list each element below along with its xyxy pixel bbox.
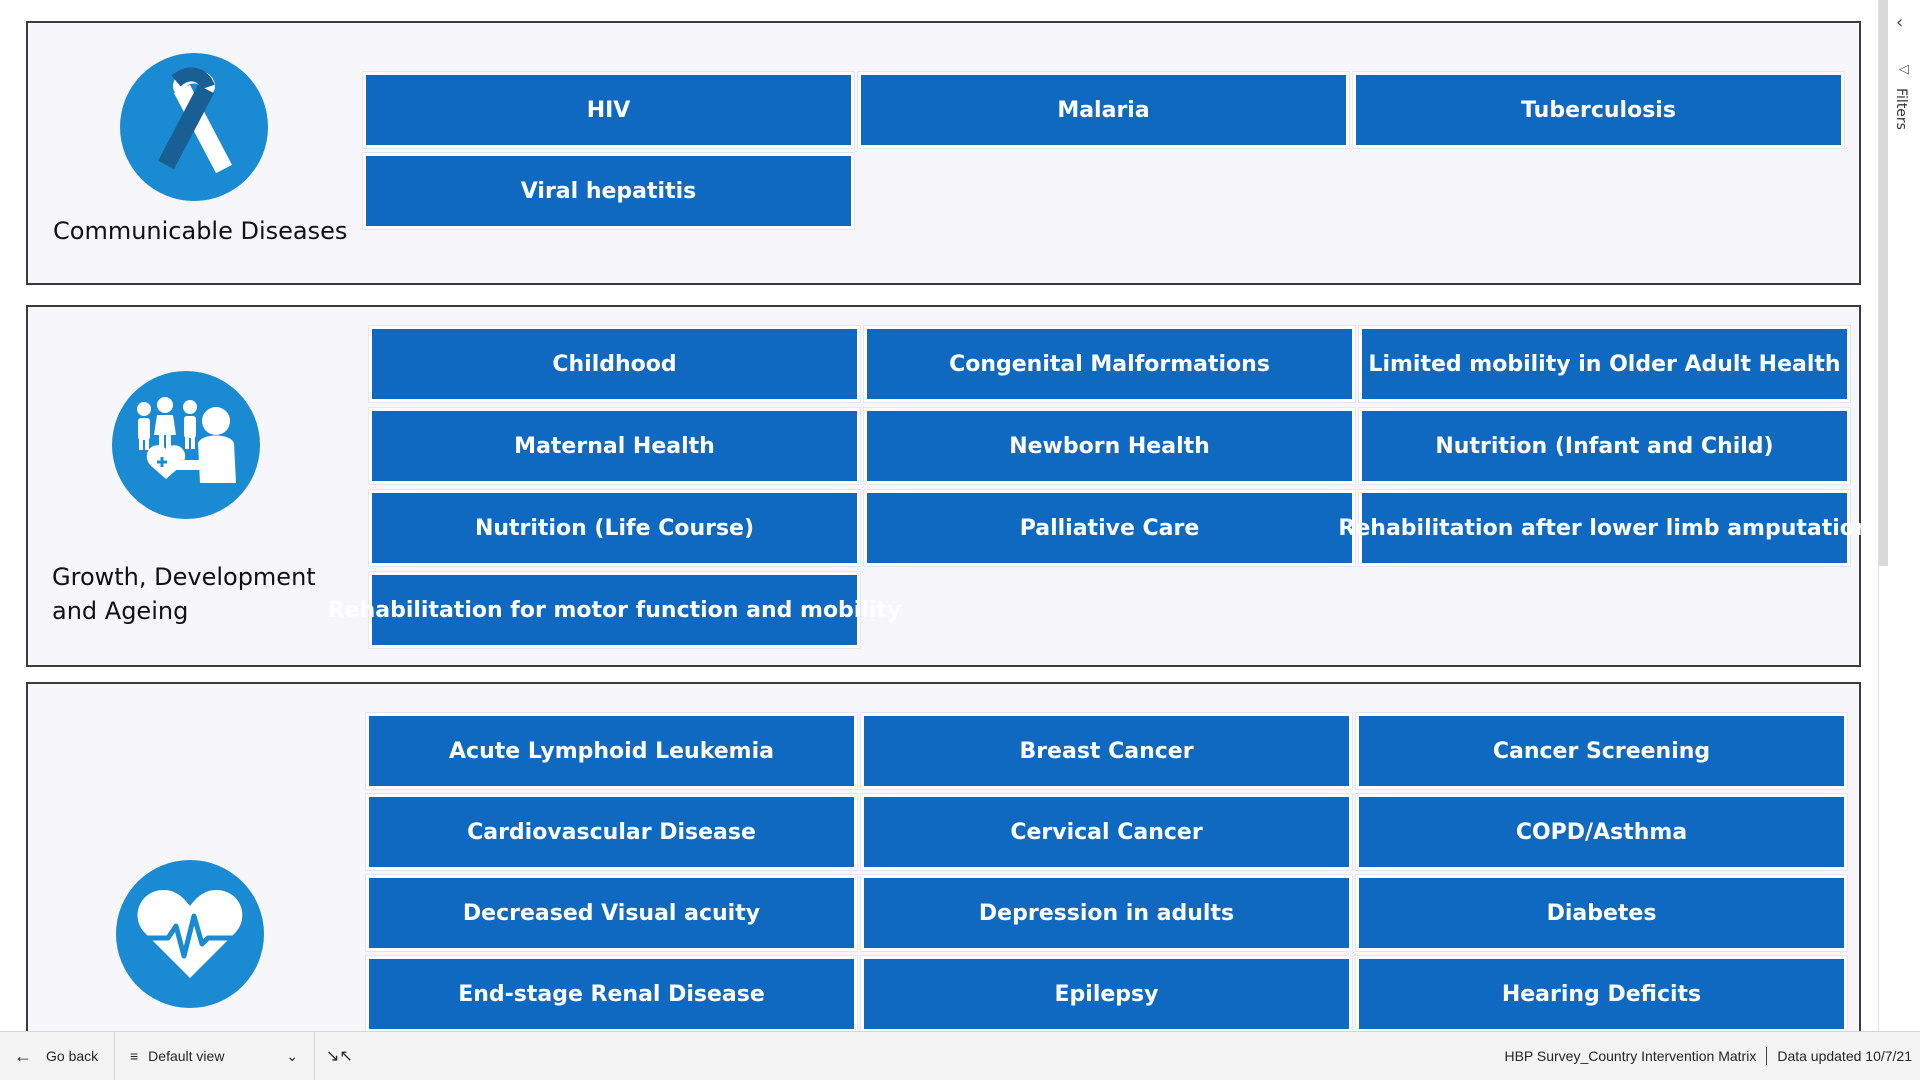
tile-grid: Childhood Congenital Malformations Limit… — [328, 326, 1871, 648]
tile-palliative-care[interactable]: Palliative Care — [864, 490, 1355, 566]
tile-hiv[interactable]: HIV — [363, 72, 854, 148]
tile-cardiovascular-disease[interactable]: Cardiovascular Disease — [366, 794, 857, 870]
tile-malaria[interactable]: Malaria — [858, 72, 1349, 148]
tile-limited-mobility-older-adult[interactable]: Limited mobility in Older Adult Health — [1359, 326, 1850, 402]
chevron-left-icon[interactable]: ‹ — [1896, 12, 1903, 33]
section-title: Communicable Diseases — [53, 217, 348, 245]
tile-cancer-screening[interactable]: Cancer Screening — [1356, 713, 1847, 789]
tile-breast-cancer[interactable]: Breast Cancer — [861, 713, 1352, 789]
tile-cervical-cancer[interactable]: Cervical Cancer — [861, 794, 1352, 870]
tile-acute-lymphoid-leukemia[interactable]: Acute Lymphoid Leukemia — [366, 713, 857, 789]
section-noncommunicable: Acute Lymphoid Leukemia Breast Cancer Ca… — [26, 682, 1861, 1031]
tile-copd-asthma[interactable]: COPD/Asthma — [1356, 794, 1847, 870]
ribbon-icon — [120, 53, 268, 201]
filter-icon[interactable]: ◁ — [1899, 62, 1909, 77]
go-back-button[interactable]: ← Go back — [14, 1032, 98, 1080]
tile-newborn-health[interactable]: Newborn Health — [864, 408, 1355, 484]
view-list-icon: ≡ — [130, 1048, 139, 1064]
tile-congenital-malformations[interactable]: Congenital Malformations — [864, 326, 1355, 402]
section-growth-development-ageing: Growth, Development and Ageing Childhood… — [26, 305, 1871, 667]
tile-rehab-lower-limb-amputation[interactable]: Rehabilitation after lower limb amputati… — [1338, 490, 1871, 566]
page-scrollbar[interactable] — [1879, 0, 1888, 566]
chevron-down-icon: ⌄ — [286, 1047, 298, 1064]
tile-depression-in-adults[interactable]: Depression in adults — [861, 875, 1352, 951]
tile-grid: Acute Lymphoid Leukemia Breast Cancer Ca… — [366, 713, 1847, 1031]
tile-nutrition-life-course[interactable]: Nutrition (Life Course) — [369, 490, 860, 566]
tile-grid: HIV Malaria Tuberculosis Viral hepatitis — [363, 72, 1844, 229]
status-bar: ← Go back ≡ Default view ⌄ ↘↖ HBP Survey… — [0, 1031, 1920, 1080]
section-communicable-diseases: Communicable Diseases HIV Malaria Tuberc… — [26, 21, 1861, 285]
tile-epilepsy[interactable]: Epilepsy — [861, 956, 1352, 1031]
report-canvas: Communicable Diseases HIV Malaria Tuberc… — [0, 0, 1878, 1031]
section-title: Growth, Development and Ageing — [52, 563, 316, 625]
tile-tuberculosis[interactable]: Tuberculosis — [1353, 72, 1844, 148]
report-name: HBP Survey_Country Intervention Matrix — [1504, 1048, 1757, 1064]
view-selector[interactable]: ≡ Default view ⌄ — [130, 1032, 298, 1080]
data-updated: Data updated 10/7/21 — [1777, 1048, 1912, 1064]
tile-decreased-visual-acuity[interactable]: Decreased Visual acuity — [366, 875, 857, 951]
tile-viral-hepatitis[interactable]: Viral hepatitis — [363, 153, 854, 229]
divider — [114, 1032, 115, 1080]
back-arrow-icon: ← — [14, 1045, 32, 1066]
collapse-icon[interactable]: ↘↖ — [326, 1032, 353, 1080]
family-care-icon — [112, 371, 260, 519]
tile-nutrition-infant-child[interactable]: Nutrition (Infant and Child) — [1359, 408, 1850, 484]
heart-pulse-icon — [116, 860, 264, 1008]
report-info: HBP Survey_Country Intervention Matrix D… — [1504, 1032, 1912, 1080]
tile-rehab-motor-function[interactable]: Rehabilitation for motor function and mo… — [328, 572, 901, 648]
tile-hearing-deficits[interactable]: Hearing Deficits — [1356, 956, 1847, 1031]
divider — [1766, 1047, 1768, 1065]
tile-diabetes[interactable]: Diabetes — [1356, 875, 1847, 951]
tile-childhood[interactable]: Childhood — [369, 326, 860, 402]
divider — [314, 1032, 315, 1080]
tile-end-stage-renal-disease[interactable]: End-stage Renal Disease — [366, 956, 857, 1031]
tile-maternal-health[interactable]: Maternal Health — [369, 408, 860, 484]
filters-label[interactable]: Filters — [1893, 88, 1913, 138]
